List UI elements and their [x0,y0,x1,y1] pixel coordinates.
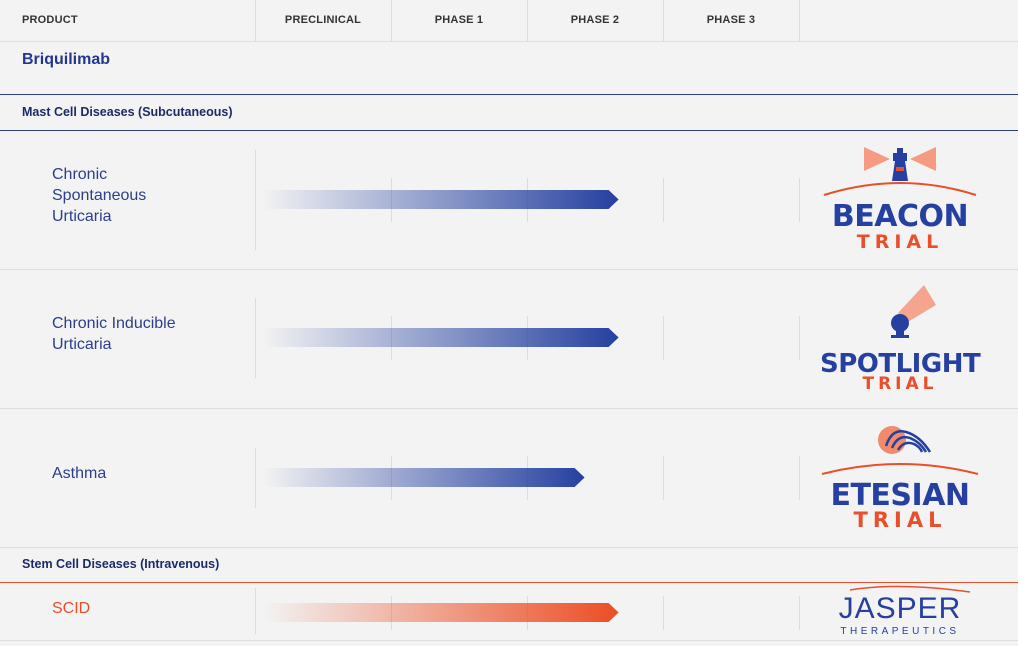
row-divider [255,588,256,634]
header-phase2: PHASE 2 [570,14,620,26]
header-rule [0,41,1018,42]
row-divider [663,596,664,630]
section-rule [0,94,1018,95]
row-divider [255,298,256,378]
progress-bar [263,603,619,622]
progress-bar [263,328,619,347]
row-rule [0,269,1018,270]
row-divider [663,456,664,500]
header-phase1: PHASE 1 [434,14,484,26]
header-phase3: PHASE 3 [706,14,756,26]
row-divider [799,596,800,630]
indication-label: Chronic Spontaneous Urticaria [52,166,147,225]
section-rule [0,582,1018,583]
row-divider [663,316,664,360]
progress-bar-shape [263,603,619,622]
progress-bar-fill [263,328,619,347]
section-title-mast-cell: Mast Cell Diseases (Subcutaneous) [22,105,233,119]
indication-label: Chronic Inducible Urticaria [52,315,176,353]
progress-bar [263,190,619,209]
row-divider [255,150,256,250]
row-divider [799,456,800,500]
header-product: PRODUCT [22,14,78,26]
row-rule [0,408,1018,409]
row-divider [255,448,256,508]
header-divider [391,0,392,41]
progress-bar-fill [263,468,585,487]
jasper-therapeutics-logo: JASPER THERAPEUTICS [820,584,980,640]
progress-bar-shape [263,190,619,209]
product-name: Briquilimab [22,51,111,68]
indication-label: SCID [52,600,91,617]
header-divider [799,0,800,41]
section-rule [0,130,1018,131]
indication-label: Asthma [52,465,107,482]
header-divider [663,0,664,41]
spotlight-trial-logo: SPOTLIGHT TRIAL [820,283,981,395]
header-divider [255,0,256,41]
row-rule [0,547,1018,548]
header-preclinical: PRECLINICAL [284,14,362,26]
progress-bar-shape [263,468,585,487]
etesian-trial-logo: ETESIAN TRIAL [820,422,980,534]
progress-bar-shape [263,328,619,347]
progress-bar [263,468,585,487]
row-divider [799,316,800,360]
row-divider [663,178,664,222]
progress-bar-fill [263,603,619,622]
progress-bar-fill [263,190,619,209]
section-title-stem-cell: Stem Cell Diseases (Intravenous) [22,557,220,571]
row-rule [0,640,1018,641]
row-divider [799,178,800,222]
beacon-trial-logo: BEACON TRIAL [820,143,980,253]
header-divider [527,0,528,41]
